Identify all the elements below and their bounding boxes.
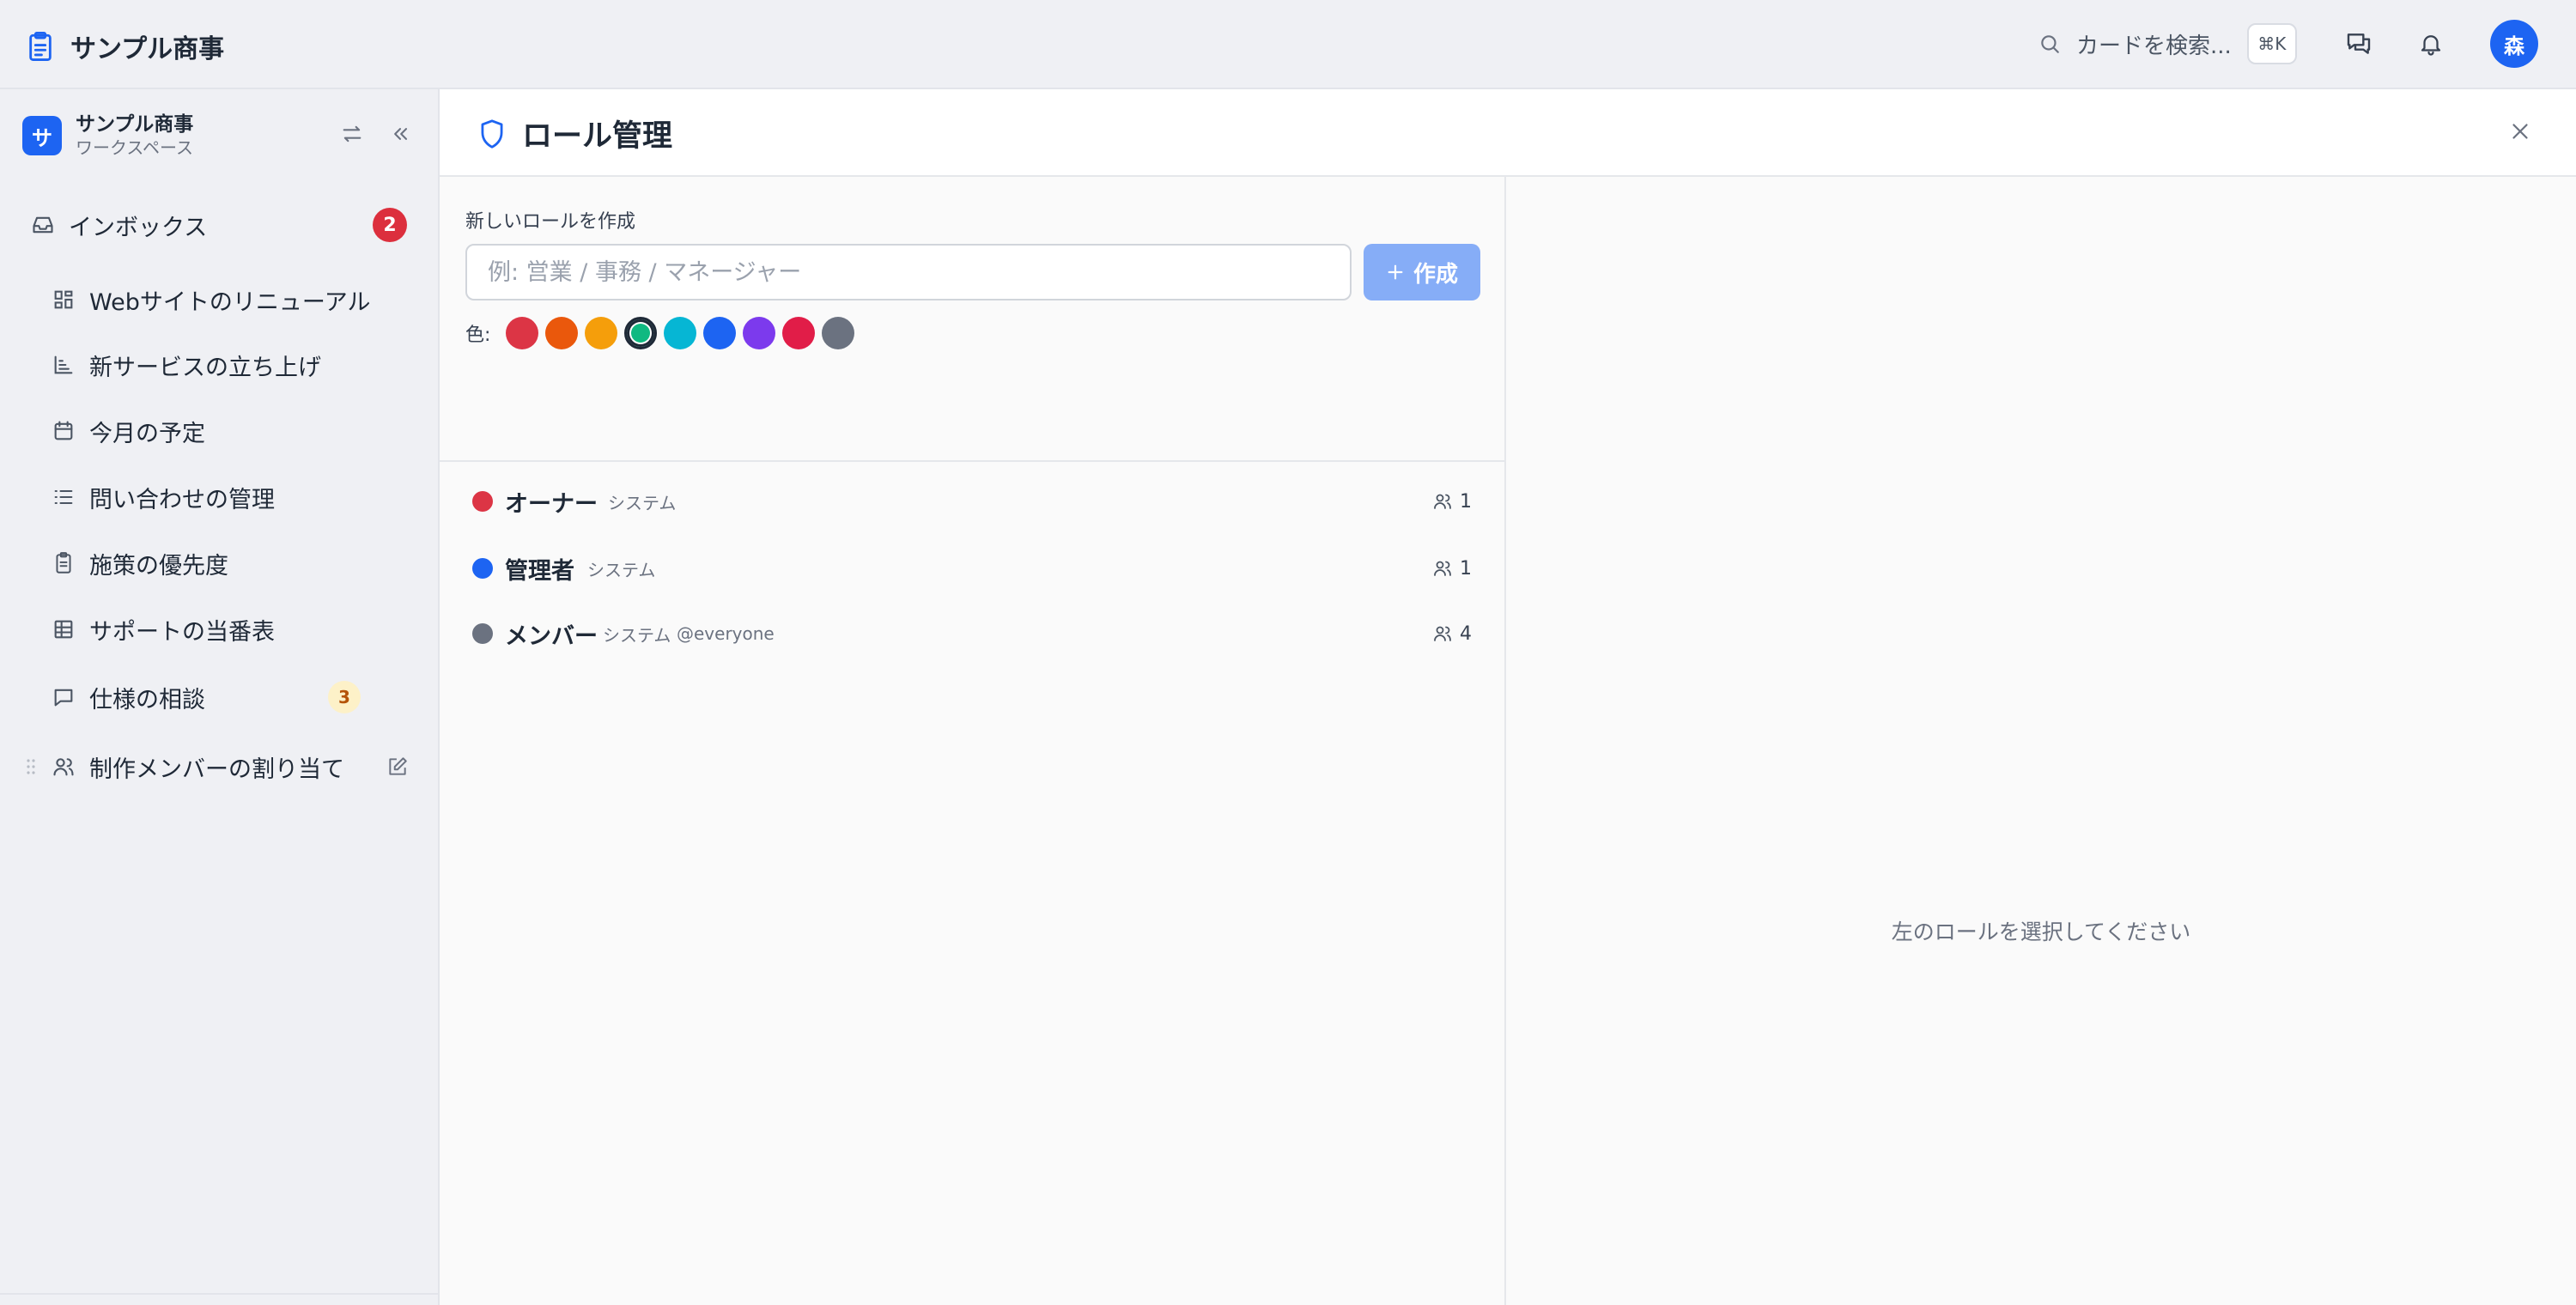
create-role-button[interactable]: 作成: [1364, 244, 1480, 300]
color-swatch-red[interactable]: [506, 317, 539, 349]
list-icon: [52, 485, 76, 509]
sidebar-item-label: インボックス: [69, 214, 208, 241]
color-picker: 色:: [465, 313, 861, 354]
sidebar-item-priorities[interactable]: 施策の優先度: [52, 537, 228, 589]
role-system-tag: システム: [603, 624, 671, 646]
chart-icon: [52, 353, 76, 377]
color-swatch-blue[interactable]: [703, 317, 737, 349]
create-role-label: 新しいロールを作成: [465, 211, 636, 233]
empty-state-message: 左のロールを選択してください: [1891, 920, 2191, 944]
role-count-value: 4: [1460, 622, 1472, 645]
color-swatch-gray[interactable]: [822, 317, 855, 349]
sidebar-item-this-month[interactable]: 今月の予定: [52, 405, 205, 457]
sidebar-item-label: 制作メンバーの割り当て: [89, 756, 344, 783]
drag-handle-icon[interactable]: [26, 757, 38, 776]
role-name: 管理者: [505, 557, 574, 585]
clipboard-icon: [52, 551, 76, 575]
sidebar-item-label: 施策の優先度: [89, 552, 228, 580]
color-swatch-amber[interactable]: [585, 317, 618, 349]
sidebar: サ サンプル商事 ワークスペース インボックス 2 Webサイトのリニューアル …: [0, 89, 440, 1305]
workspace-subtitle: ワークスペース: [76, 137, 193, 158]
search-placeholder[interactable]: カードを検索...: [2076, 28, 2232, 60]
layout-grid-icon: [52, 288, 76, 312]
role-member-count: 1: [1432, 558, 1472, 580]
sidebar-item-label: 今月の予定: [89, 420, 205, 447]
users-icon: [52, 755, 76, 779]
role-list-column: 新しいロールを作成 作成 色:: [440, 177, 1506, 1305]
calendar-icon: [52, 419, 76, 443]
sidebar-item-label: 仕様の相談: [89, 686, 205, 713]
collapse-sidebar-icon[interactable]: [388, 122, 412, 146]
color-swatch-purple[interactable]: [743, 317, 776, 349]
panel-header: ロール管理: [440, 89, 2576, 177]
color-label: 色:: [465, 325, 491, 346]
table-icon: [52, 617, 76, 641]
role-name-input[interactable]: [465, 244, 1352, 300]
role-row-member[interactable]: メンバー システム @everyone 4: [440, 601, 1504, 666]
top-bar: サンプル商事 カードを検索... ⌘K 森: [0, 0, 2576, 89]
role-name: オーナー: [505, 490, 598, 518]
switch-workspace-icon[interactable]: [340, 122, 364, 146]
sidebar-item-label: サポートの当番表: [89, 618, 275, 646]
workspace-name: サンプル商事: [76, 113, 194, 136]
role-count-value: 1: [1460, 490, 1472, 513]
search-icon: [2038, 33, 2061, 55]
inbox-icon: [31, 213, 55, 237]
role-row-admin[interactable]: 管理者 システム 1: [440, 536, 1504, 601]
search-box[interactable]: カードを検索... ⌘K: [2038, 22, 2297, 65]
plus-icon: [1386, 263, 1405, 282]
messages-icon: [2345, 30, 2372, 58]
color-swatch-orange[interactable]: [545, 317, 579, 349]
role-color-dot: [472, 558, 493, 579]
sidebar-footer-divider: [0, 1293, 438, 1305]
role-member-count: 1: [1432, 491, 1472, 513]
users-icon: [1432, 623, 1453, 644]
shield-icon: [477, 118, 507, 149]
create-role-form: 新しいロールを作成 作成 色:: [440, 177, 1504, 462]
workspace-badge: サ: [22, 116, 62, 155]
role-detail-column: 左のロールを選択してください: [1506, 177, 2576, 1305]
unread-count-badge: 3: [328, 681, 361, 713]
sidebar-item-inquiries[interactable]: 問い合わせの管理: [52, 471, 275, 523]
close-icon[interactable]: [2507, 118, 2533, 144]
edit-icon[interactable]: [386, 756, 409, 778]
search-shortcut-badge: ⌘K: [2246, 23, 2297, 64]
role-name: メンバー: [505, 622, 598, 650]
role-color-dot: [472, 491, 493, 512]
sidebar-item-support-rota[interactable]: サポートの当番表: [52, 604, 275, 655]
sidebar-item-label: 問い合わせの管理: [89, 486, 275, 513]
brand[interactable]: サンプル商事: [26, 27, 224, 65]
brand-title: サンプル商事: [70, 34, 225, 64]
role-color-dot: [472, 623, 493, 644]
role-member-count: 4: [1432, 623, 1472, 645]
users-icon: [1432, 491, 1453, 512]
bell-icon: [2418, 31, 2444, 57]
inbox-count-badge: 2: [373, 208, 407, 242]
sidebar-item-new-service[interactable]: 新サービスの立ち上げ: [52, 339, 321, 391]
create-role-button-label: 作成: [1413, 261, 1458, 288]
sidebar-item-member-assignment[interactable]: 制作メンバーの割り当て: [26, 741, 417, 792]
role-system-tag: システム: [587, 559, 656, 580]
workspace-header[interactable]: サ サンプル商事 ワークスペース: [22, 113, 421, 158]
color-swatch-green-selected[interactable]: [624, 317, 658, 349]
color-swatch-cyan[interactable]: [664, 317, 697, 349]
chat-icon: [52, 685, 76, 709]
sidebar-item-label: 新サービスの立ち上げ: [89, 354, 321, 381]
sidebar-item-website-renewal[interactable]: Webサイトのリニューアル: [52, 274, 371, 325]
users-icon: [1432, 558, 1453, 579]
role-row-owner[interactable]: オーナー システム 1: [440, 469, 1504, 534]
user-avatar[interactable]: 森: [2490, 20, 2538, 68]
messages-button[interactable]: [2341, 26, 2377, 62]
role-mention-tag: @everyone: [677, 623, 775, 644]
page-title: ロール管理: [522, 119, 673, 154]
sidebar-item-label: Webサイトのリニューアル: [89, 288, 371, 316]
role-count-value: 1: [1460, 557, 1472, 580]
sidebar-item-spec-discussion[interactable]: 仕様の相談 3: [52, 671, 369, 723]
role-management-panel: ロール管理 新しいロールを作成 作成 色:: [440, 89, 2576, 1305]
clipboard-icon: [26, 30, 55, 63]
color-swatch-rose[interactable]: [782, 317, 816, 349]
sidebar-item-inbox[interactable]: インボックス 2: [31, 199, 409, 251]
notifications-button[interactable]: [2413, 26, 2449, 62]
role-system-tag: システム: [608, 492, 677, 513]
